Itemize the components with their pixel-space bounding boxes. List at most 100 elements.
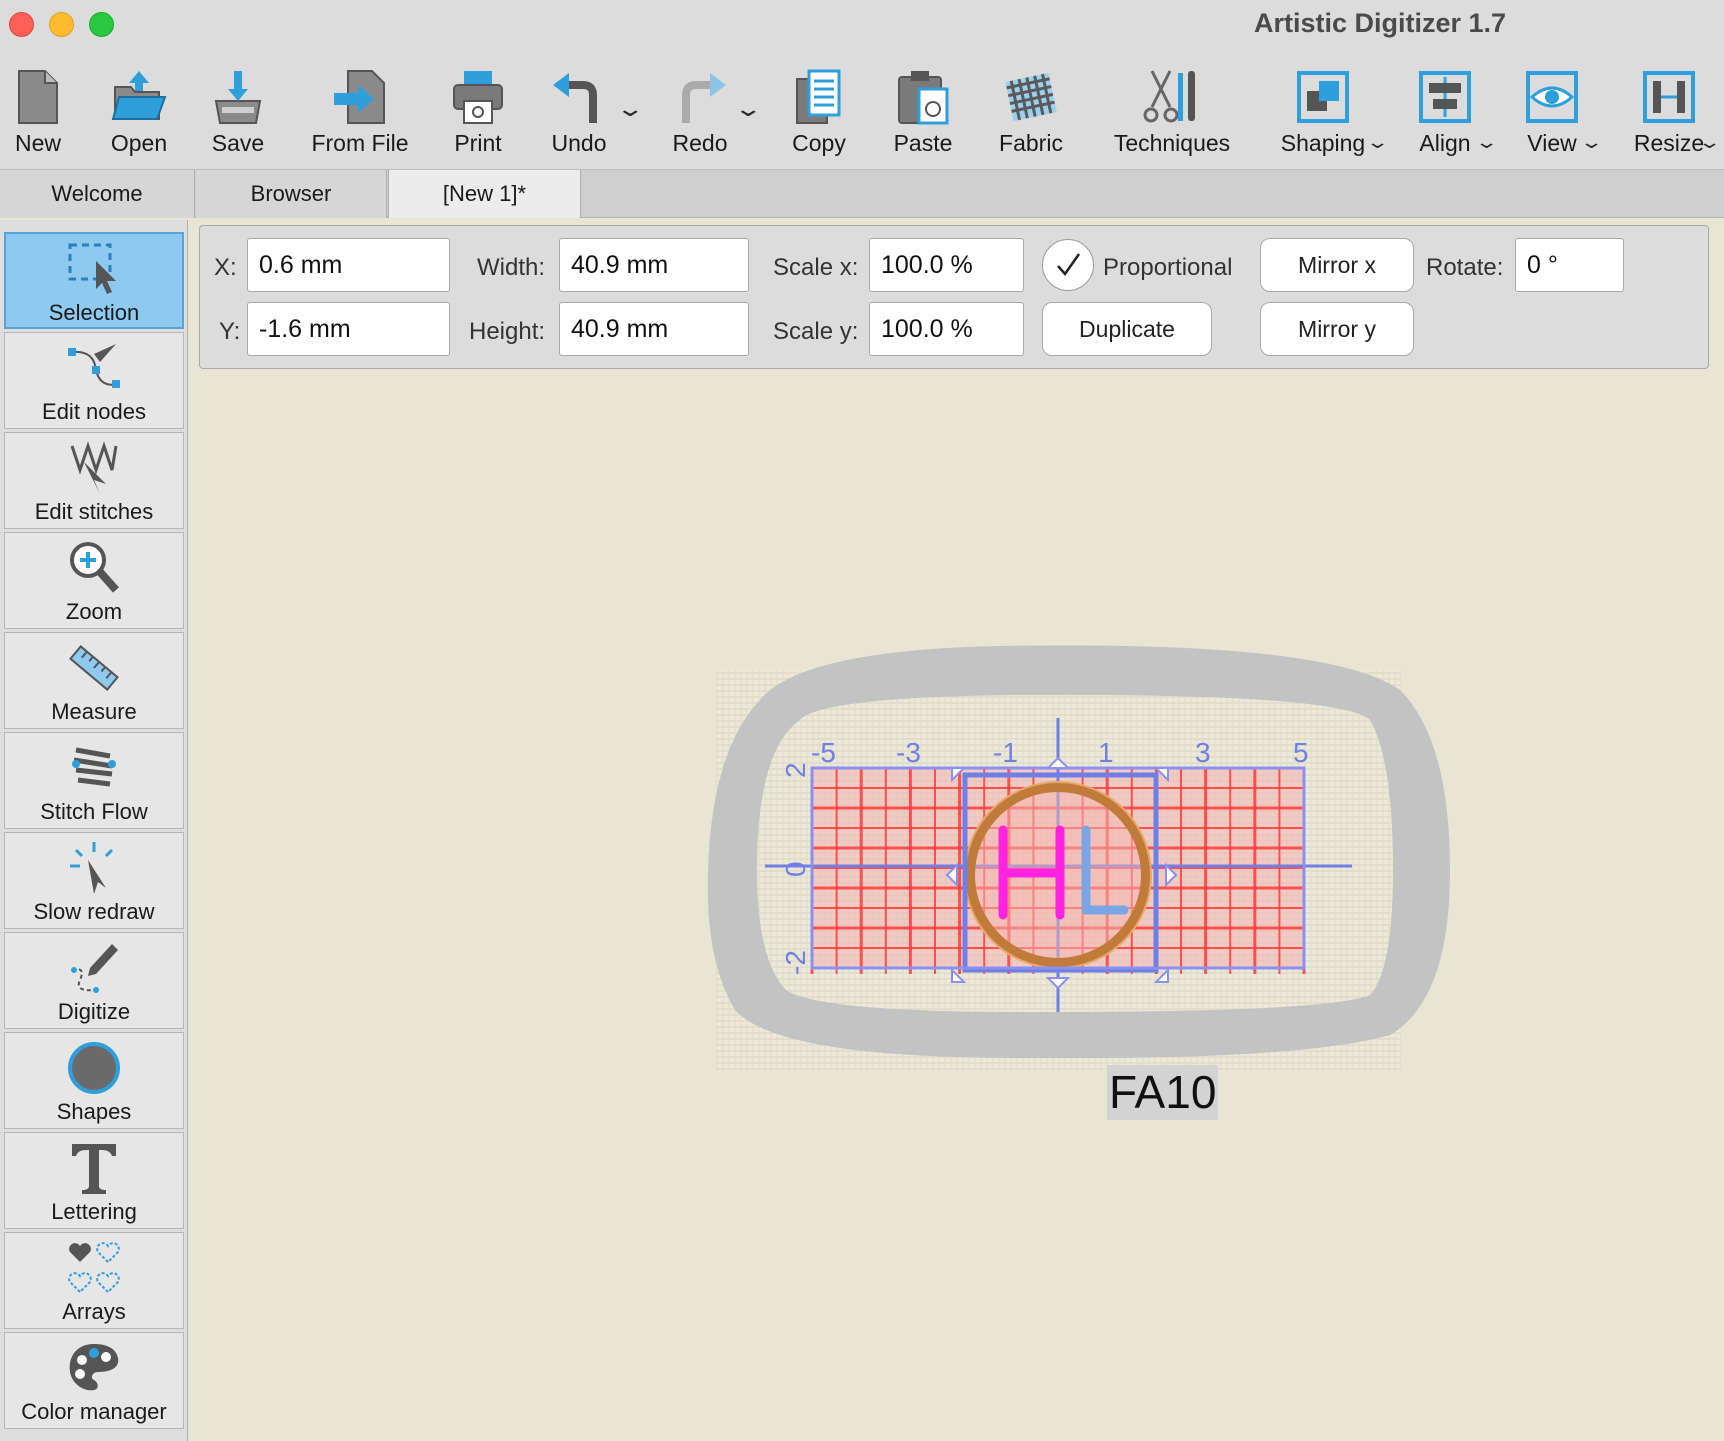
scale-x-label: Scale x: bbox=[773, 254, 859, 281]
ruler-tick-y-2: -2 bbox=[780, 950, 811, 975]
app-title: Artistic Digitizer 1.7 bbox=[1253, 8, 1507, 38]
digitize-pen-icon bbox=[54, 937, 134, 999]
save-button[interactable]: Save bbox=[205, 66, 271, 162]
view-dropdown-chevron-icon[interactable]: ⌄ bbox=[1579, 132, 1603, 153]
slow-redraw-icon bbox=[54, 837, 134, 899]
scissors-tools-icon bbox=[1139, 66, 1205, 128]
paste-clipboard-icon bbox=[890, 66, 956, 128]
ruler-tick-x-4: 3 bbox=[1195, 737, 1211, 768]
undo-button[interactable]: Undo bbox=[546, 66, 612, 162]
y-field[interactable]: -1.6 mm bbox=[247, 302, 450, 356]
hoop-name-label: FA10 bbox=[1107, 1065, 1219, 1120]
resize-button[interactable]: Resize bbox=[1634, 66, 1704, 162]
new-label: New bbox=[14, 130, 61, 156]
from-file-button[interactable]: From File bbox=[310, 66, 410, 162]
width-label: Width: bbox=[477, 254, 546, 281]
new-button[interactable]: New bbox=[5, 66, 71, 162]
rotate-field[interactable]: 0 ° bbox=[1515, 238, 1624, 292]
view-label: View bbox=[1527, 130, 1577, 156]
measure-ruler-icon bbox=[54, 637, 134, 699]
tool-stitch-flow[interactable]: Stitch Flow bbox=[4, 732, 184, 829]
techniques-button[interactable]: Techniques bbox=[1110, 66, 1234, 162]
new-document-icon bbox=[5, 66, 71, 128]
scale-x-field[interactable]: 100.0 % bbox=[869, 238, 1024, 292]
print-button[interactable]: Print bbox=[445, 66, 511, 162]
save-icon bbox=[205, 66, 271, 128]
y-label: Y: bbox=[219, 318, 241, 345]
tool-shapes[interactable]: Shapes bbox=[4, 1032, 184, 1129]
undo-arrow-icon bbox=[546, 66, 612, 128]
tool-zoom-label: Zoom bbox=[65, 599, 123, 624]
tool-measure[interactable]: Measure bbox=[4, 632, 184, 729]
paste-button[interactable]: Paste bbox=[890, 66, 956, 162]
undo-dropdown-chevron-icon[interactable]: ⌄ bbox=[615, 96, 645, 122]
tool-digitize[interactable]: Digitize bbox=[4, 932, 184, 1029]
shaping-button[interactable]: Shaping bbox=[1280, 66, 1366, 162]
tool-arrays[interactable]: Arrays bbox=[4, 1232, 184, 1329]
copy-label: Copy bbox=[792, 130, 846, 156]
mirror-x-button[interactable]: Mirror x bbox=[1260, 238, 1414, 292]
align-dropdown-chevron-icon[interactable]: ⌄ bbox=[1474, 132, 1498, 153]
align-label: Align bbox=[1419, 130, 1471, 156]
tool-stitch-flow-label: Stitch Flow bbox=[40, 799, 148, 824]
edit-stitches-icon bbox=[54, 437, 134, 499]
undo-label: Undo bbox=[551, 130, 607, 156]
tool-selection-label: Selection bbox=[48, 300, 140, 325]
tab-welcome[interactable]: Welcome bbox=[0, 170, 195, 218]
tool-edit-stitches[interactable]: Edit stitches bbox=[4, 432, 184, 529]
edit-nodes-icon bbox=[54, 337, 134, 399]
copy-icon bbox=[786, 66, 852, 128]
tool-selection[interactable]: Selection bbox=[4, 232, 184, 329]
x-field[interactable]: 0.6 mm bbox=[247, 238, 450, 292]
embroidery-design[interactable] bbox=[964, 781, 1152, 969]
tool-color-manager-label: Color manager bbox=[21, 1399, 167, 1424]
minimize-window-button[interactable] bbox=[49, 12, 74, 37]
tool-slow-redraw-label: Slow redraw bbox=[33, 899, 155, 924]
mirror-y-button[interactable]: Mirror y bbox=[1260, 302, 1414, 356]
tool-slow-redraw[interactable]: Slow redraw bbox=[4, 832, 184, 929]
redo-button[interactable]: Redo bbox=[667, 66, 733, 162]
design-canvas[interactable]: -5 -3 -1 1 3 5 2 0 -2 bbox=[190, 370, 1724, 1441]
techniques-label: Techniques bbox=[1113, 130, 1231, 156]
scale-y-field[interactable]: 100.0 % bbox=[869, 302, 1024, 356]
copy-button[interactable]: Copy bbox=[786, 66, 852, 162]
tool-edit-nodes[interactable]: Edit nodes bbox=[4, 332, 184, 429]
lettering-t-icon bbox=[54, 1137, 134, 1199]
open-button[interactable]: Open bbox=[104, 66, 174, 162]
tool-lettering[interactable]: Lettering bbox=[4, 1132, 184, 1229]
width-field[interactable]: 40.9 mm bbox=[559, 238, 749, 292]
tool-zoom[interactable]: Zoom bbox=[4, 532, 184, 629]
tool-panel: Selection Edit nodes Edit stitches Zoom … bbox=[0, 220, 188, 1441]
proportional-checkbox[interactable] bbox=[1042, 239, 1094, 291]
resize-dropdown-chevron-icon[interactable]: ⌄ bbox=[1697, 132, 1721, 153]
zoom-window-button[interactable] bbox=[89, 12, 114, 37]
align-icon bbox=[1412, 66, 1478, 128]
stitch-flow-icon bbox=[54, 737, 134, 799]
arrays-hearts-icon bbox=[54, 1237, 134, 1299]
shaping-dropdown-chevron-icon[interactable]: ⌄ bbox=[1365, 132, 1389, 153]
tool-color-manager[interactable]: Color manager bbox=[4, 1332, 184, 1429]
close-window-button[interactable] bbox=[9, 12, 34, 37]
tab-new-1[interactable]: [New 1]* bbox=[388, 170, 581, 218]
ruler-tick-x-1: -3 bbox=[896, 737, 921, 768]
resize-label: Resize bbox=[1633, 130, 1705, 156]
fabric-button[interactable]: Fabric bbox=[998, 66, 1064, 162]
tab-browser[interactable]: Browser bbox=[196, 170, 387, 218]
palette-icon bbox=[54, 1337, 134, 1399]
view-button[interactable]: View bbox=[1519, 66, 1585, 162]
redo-label: Redo bbox=[672, 130, 728, 156]
from-file-label: From File bbox=[311, 130, 409, 156]
canvas-drawing[interactable]: -5 -3 -1 1 3 5 2 0 -2 bbox=[190, 370, 1724, 1441]
height-field[interactable]: 40.9 mm bbox=[559, 302, 749, 356]
duplicate-button[interactable]: Duplicate bbox=[1042, 302, 1212, 356]
document-tab-bar: Welcome Browser [New 1]* bbox=[0, 170, 1724, 218]
shaping-icon bbox=[1290, 66, 1356, 128]
redo-dropdown-chevron-icon[interactable]: ⌄ bbox=[733, 96, 763, 122]
printer-icon bbox=[445, 66, 511, 128]
ruler-tick-x-0: -5 bbox=[811, 737, 836, 768]
align-button[interactable]: Align bbox=[1412, 66, 1478, 162]
tool-shapes-label: Shapes bbox=[56, 1099, 132, 1124]
checkmark-icon bbox=[1057, 253, 1081, 277]
fabric-weave-icon bbox=[998, 66, 1064, 128]
title-toolbar-area: Artistic Digitizer 1.7 New Open Save Fro… bbox=[0, 0, 1724, 170]
